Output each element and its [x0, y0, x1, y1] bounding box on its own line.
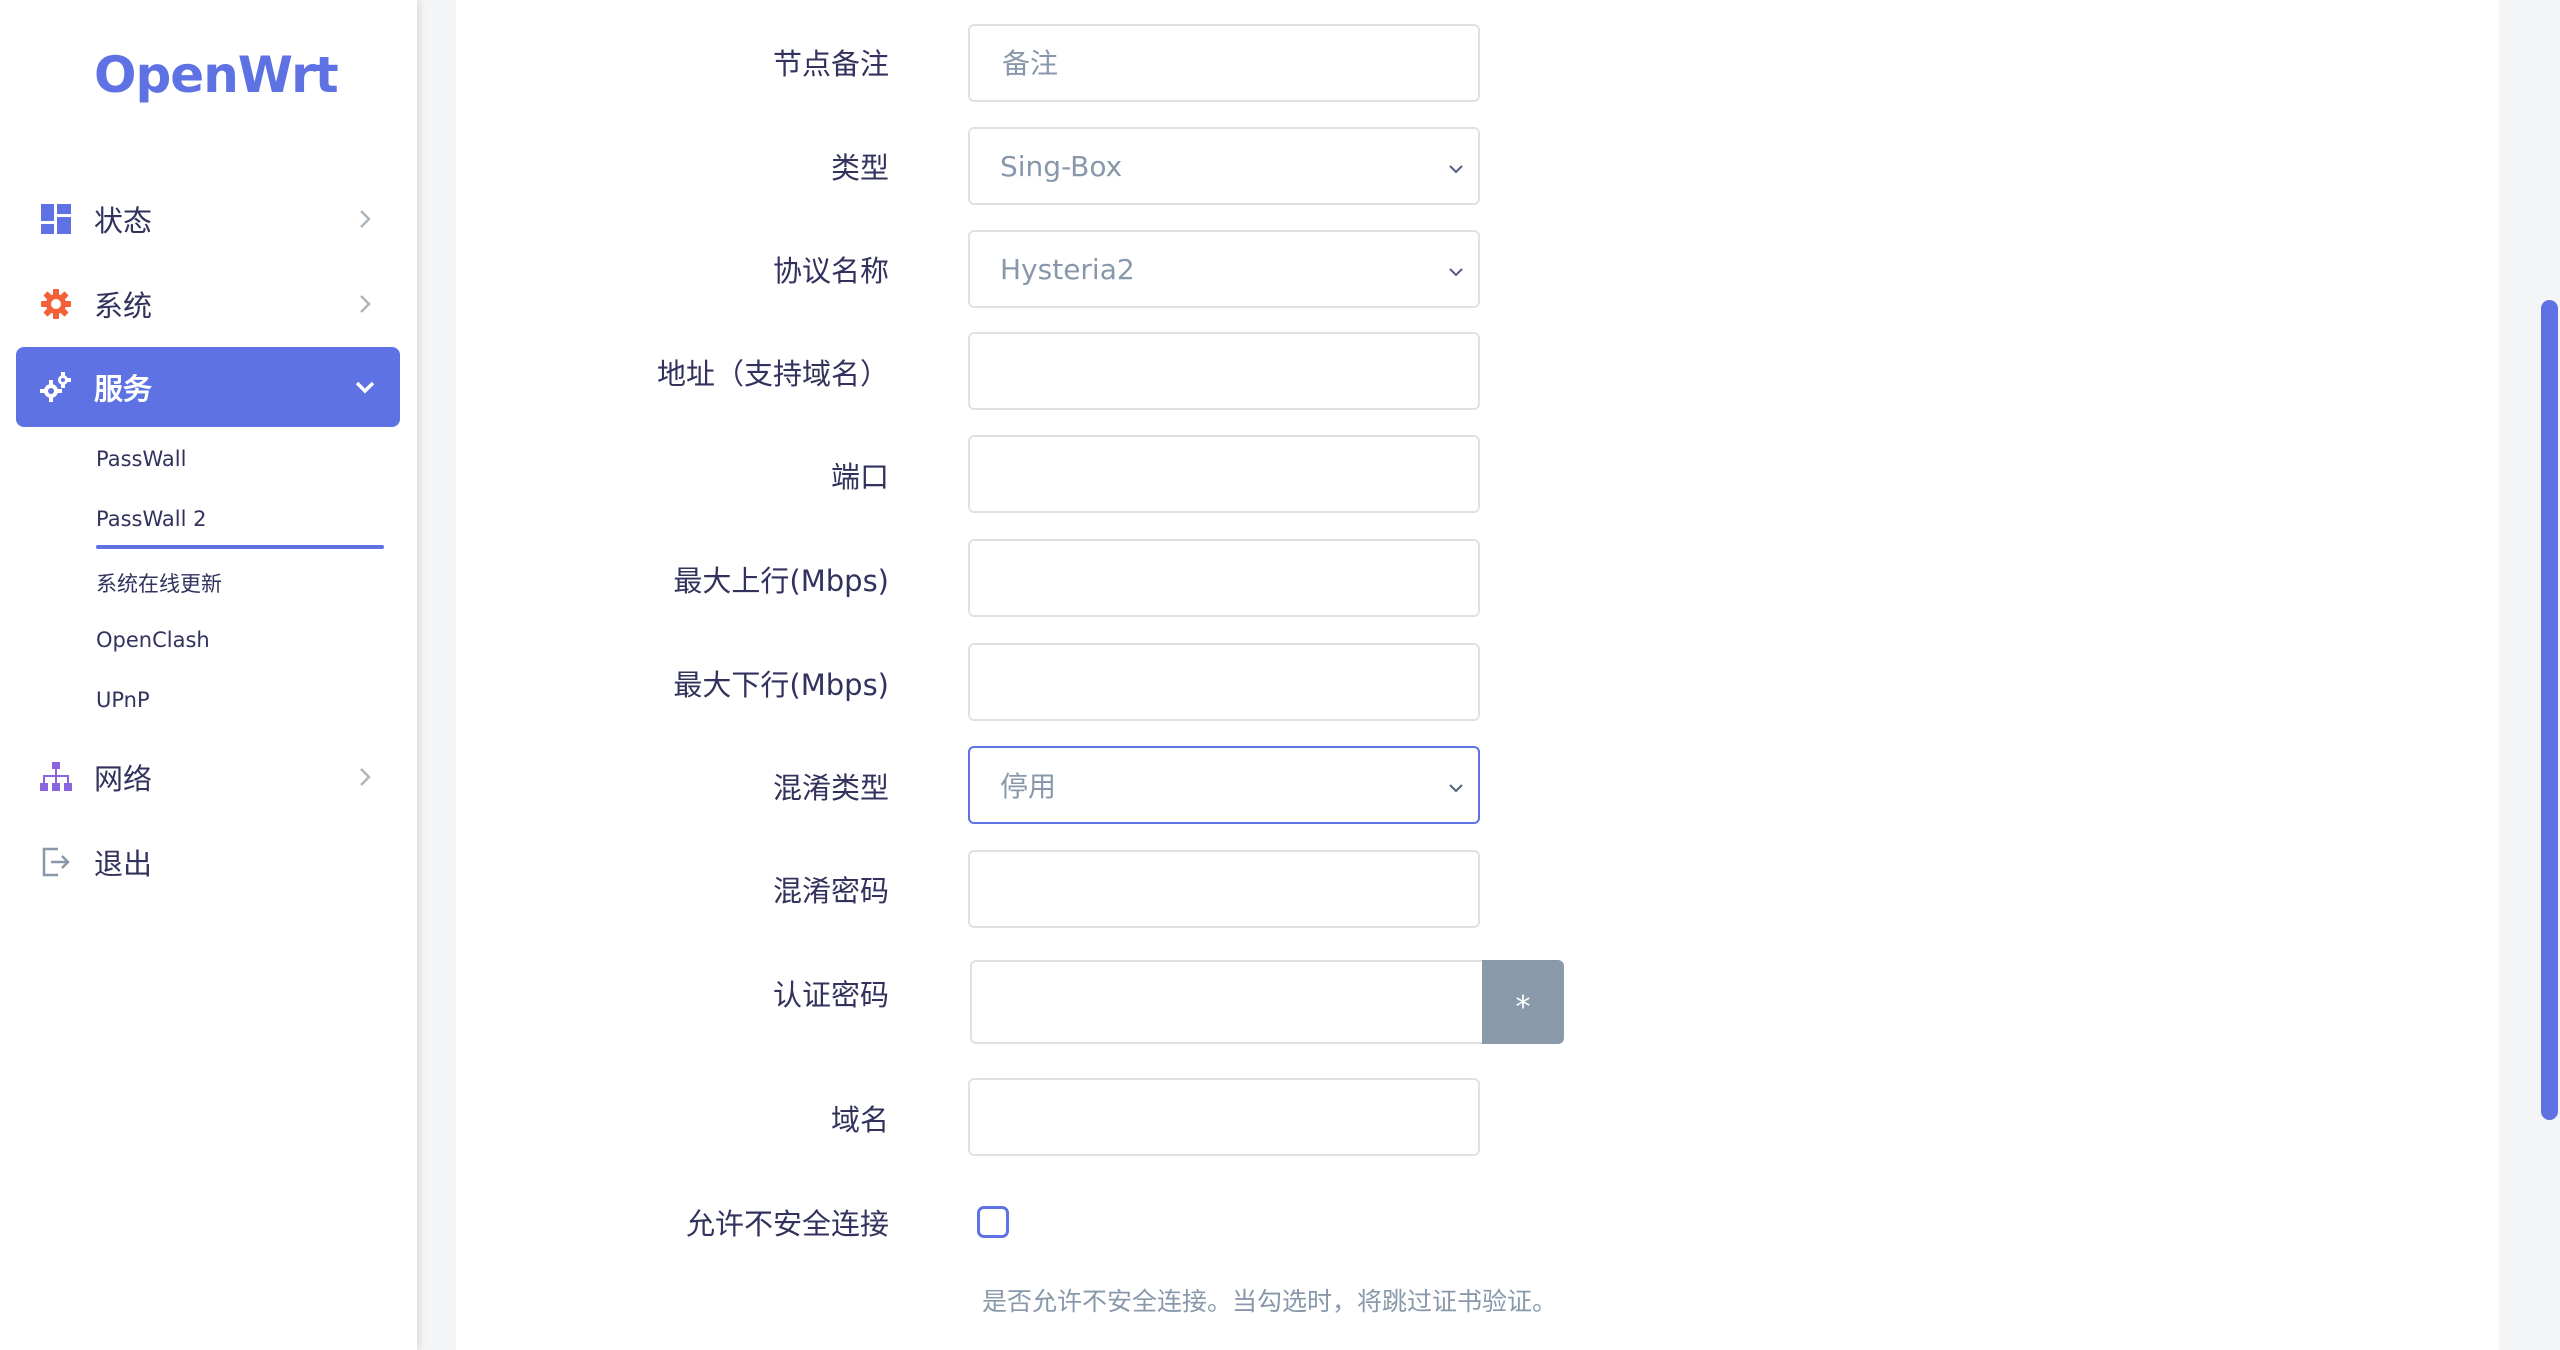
- obfs-type-select-value: 停用: [1000, 770, 1057, 803]
- sidebar-subitem-upnp[interactable]: UPnP: [96, 688, 150, 712]
- up-mbps-field[interactable]: [968, 539, 1480, 617]
- remarks-label: 节点备注: [772, 47, 889, 81]
- obfs-password-field[interactable]: [968, 850, 1480, 928]
- sidebar-item-network[interactable]: 网络: [16, 737, 400, 817]
- sidebar-subitem-openclash[interactable]: OpenClash: [96, 628, 210, 652]
- gear-icon: [38, 286, 74, 322]
- port-input[interactable]: [1000, 456, 1478, 492]
- chevron-right-icon: [352, 206, 378, 232]
- chevron-right-icon: [352, 291, 378, 317]
- scrollbar-thumb[interactable]: [2541, 300, 2558, 1120]
- port-label: 端口: [830, 460, 889, 494]
- address-input[interactable]: [1000, 353, 1478, 389]
- port-field[interactable]: [968, 435, 1480, 513]
- domain-field[interactable]: [968, 1078, 1480, 1156]
- obfs-type-select[interactable]: 停用: [968, 746, 1480, 824]
- up-mbps-input[interactable]: [1000, 560, 1478, 596]
- sitemap-icon: [38, 759, 74, 795]
- obfs-password-input[interactable]: [1000, 871, 1478, 907]
- protocol-select-value: Hysteria2: [1000, 252, 1135, 286]
- chevron-down-icon: [1444, 258, 1468, 282]
- insecure-checkbox[interactable]: [977, 1206, 1009, 1238]
- sidebar-item-label: 状态: [94, 204, 153, 238]
- domain-input[interactable]: [1000, 1099, 1478, 1135]
- sidebar-item-label: 系统: [94, 289, 153, 323]
- chevron-down-icon: [1444, 774, 1468, 798]
- sidebar-subitem-online-update[interactable]: 系统在线更新: [96, 568, 222, 598]
- protocol-select[interactable]: Hysteria2: [968, 230, 1480, 308]
- dashboard-icon: [38, 201, 74, 237]
- sidebar-item-label: 网络: [94, 762, 153, 796]
- type-label: 类型: [830, 151, 889, 185]
- obfs-password-label: 混淆密码: [772, 874, 889, 908]
- sidebar-item-label: 退出: [94, 847, 153, 881]
- reveal-password-button[interactable]: *: [1482, 960, 1564, 1044]
- address-label: 地址（支持域名）: [656, 357, 889, 391]
- chevron-down-icon: [1444, 155, 1468, 179]
- remarks-field[interactable]: [968, 24, 1480, 102]
- sidebar-item-logout[interactable]: 退出: [16, 822, 400, 902]
- gears-icon: [38, 369, 74, 405]
- logout-icon: [38, 844, 74, 880]
- sidebar: OpenWrt 状态 系统 服务 PassWall PassWall 2 系统在…: [0, 0, 417, 1350]
- sidebar-item-label: 服务: [94, 372, 153, 406]
- openwrt-logo[interactable]: OpenWrt: [94, 46, 339, 104]
- insecure-label: 允许不安全连接: [685, 1207, 889, 1241]
- address-field[interactable]: [968, 332, 1480, 410]
- sidebar-subitem-passwall2[interactable]: PassWall 2: [96, 507, 206, 531]
- sidebar-item-services[interactable]: 服务: [16, 347, 400, 427]
- chevron-down-icon: [352, 374, 378, 400]
- chevron-right-icon: [352, 764, 378, 790]
- auth-password-label: 认证密码: [772, 978, 889, 1012]
- active-subitem-indicator: [96, 545, 384, 549]
- insecure-help-text: 是否允许不安全连接。当勾选时，将跳过证书验证。: [982, 1287, 1558, 1316]
- sidebar-item-system[interactable]: 系统: [16, 264, 400, 344]
- protocol-label: 协议名称: [772, 254, 889, 288]
- auth-password-field[interactable]: [970, 960, 1484, 1044]
- sidebar-subitem-passwall[interactable]: PassWall: [96, 447, 186, 471]
- up-mbps-label: 最大上行(Mbps): [673, 564, 889, 598]
- obfs-type-label: 混淆类型: [772, 771, 889, 805]
- main-panel: 节点备注 类型 Sing-Box 协议名称 Hysteria2 地址（支持域名）…: [456, 0, 2499, 1350]
- remarks-input[interactable]: [1000, 45, 1478, 81]
- type-select-value: Sing-Box: [1000, 149, 1123, 183]
- domain-label: 域名: [830, 1103, 889, 1137]
- down-mbps-field[interactable]: [968, 643, 1480, 721]
- down-mbps-label: 最大下行(Mbps): [673, 668, 889, 702]
- sidebar-item-status[interactable]: 状态: [16, 179, 400, 259]
- down-mbps-input[interactable]: [1000, 664, 1478, 700]
- type-select[interactable]: Sing-Box: [968, 127, 1480, 205]
